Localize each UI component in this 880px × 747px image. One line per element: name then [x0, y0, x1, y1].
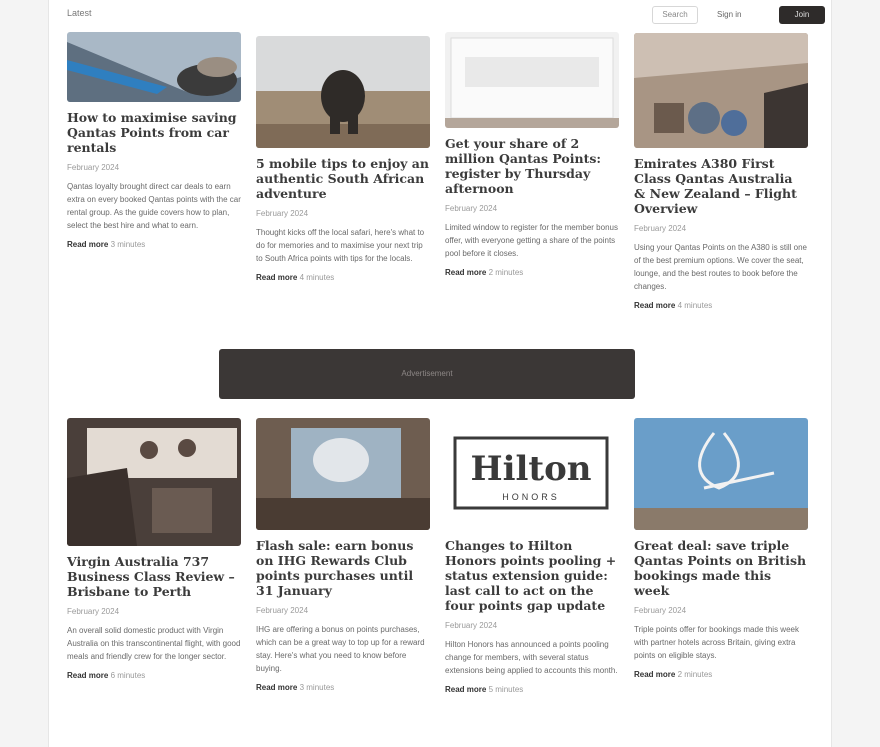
article-card[interactable]: Flash sale: earn bonus on IHG Rewards Cl…: [256, 418, 430, 692]
read-more-label[interactable]: Read more: [256, 273, 297, 282]
article-thumbnail-hotel[interactable]: [256, 418, 430, 530]
read-more[interactable]: Read more 5 minutes: [445, 685, 619, 694]
read-time: 2 minutes: [488, 268, 524, 277]
read-time: 4 minutes: [677, 301, 713, 310]
article-thumbnail-sky[interactable]: [634, 418, 808, 530]
article-title[interactable]: Flash sale: earn bonus on IHG Rewards Cl…: [256, 538, 430, 598]
section-label: Latest: [67, 8, 92, 18]
top-bar: Latest Search Sign in Join: [67, 4, 825, 26]
article-thumbnail-safari[interactable]: [256, 36, 430, 148]
read-time: 3 minutes: [299, 683, 335, 692]
article-card[interactable]: How to maximise saving Qantas Points fro…: [67, 32, 241, 249]
read-more[interactable]: Read more 4 minutes: [256, 273, 430, 282]
article-title[interactable]: Virgin Australia 737 Business Class Revi…: [67, 554, 241, 599]
sign-in-link[interactable]: Sign in: [717, 10, 741, 19]
article-card[interactable]: Great deal: save triple Qantas Points on…: [634, 418, 808, 679]
article-thumbnail-promo[interactable]: [445, 32, 619, 128]
article-title[interactable]: Changes to Hilton Honors points pooling …: [445, 538, 619, 613]
article-excerpt: IHG are offering a bonus on points purch…: [256, 625, 425, 673]
article-date: February 2024: [256, 209, 309, 218]
hilton-honors-logo[interactable]: Hilton HONORS: [445, 418, 619, 530]
article-thumbnail-cabin[interactable]: [634, 33, 808, 148]
article-excerpt: Limited window to register for the membe…: [445, 223, 618, 258]
read-time: 3 minutes: [110, 240, 146, 249]
read-more-label[interactable]: Read more: [445, 685, 486, 694]
article-excerpt: An overall solid domestic product with V…: [67, 626, 241, 661]
article-card[interactable]: Hilton HONORS Changes to Hilton Honors p…: [445, 418, 619, 694]
read-more-label[interactable]: Read more: [67, 240, 108, 249]
read-more-label[interactable]: Read more: [634, 301, 675, 310]
read-more-label[interactable]: Read more: [445, 268, 486, 277]
article-excerpt: Thought kicks off the local safari, here…: [256, 228, 425, 263]
read-more-label[interactable]: Read more: [634, 670, 675, 679]
read-more[interactable]: Read more 3 minutes: [67, 240, 241, 249]
article-thumbnail-business-seat[interactable]: [67, 418, 241, 546]
article-thumbnail-car[interactable]: [67, 32, 241, 102]
article-card[interactable]: 5 mobile tips to enjoy an authentic Sout…: [256, 36, 430, 282]
hilton-logo-word: Hilton: [470, 449, 591, 489]
read-more-label[interactable]: Read more: [67, 671, 108, 680]
article-date: February 2024: [67, 163, 120, 172]
article-date: February 2024: [445, 204, 498, 213]
read-more[interactable]: Read more 3 minutes: [256, 683, 430, 692]
article-excerpt: Qantas loyalty brought direct car deals …: [67, 182, 241, 230]
article-card[interactable]: Virgin Australia 737 Business Class Revi…: [67, 418, 241, 680]
read-time: 6 minutes: [110, 671, 146, 680]
read-more[interactable]: Read more 6 minutes: [67, 671, 241, 680]
read-time: 4 minutes: [299, 273, 335, 282]
article-card[interactable]: Get your share of 2 million Qantas Point…: [445, 32, 619, 277]
article-excerpt: Using your Qantas Points on the A380 is …: [634, 243, 807, 291]
article-excerpt: Hilton Honors has announced a points poo…: [445, 640, 618, 675]
article-title[interactable]: 5 mobile tips to enjoy an authentic Sout…: [256, 156, 430, 201]
article-title[interactable]: How to maximise saving Qantas Points fro…: [67, 110, 241, 155]
page: Latest Search Sign in Join How to maximi…: [48, 0, 832, 747]
article-date: February 2024: [445, 621, 498, 630]
article-date: February 2024: [256, 606, 309, 615]
article-card[interactable]: Emirates A380 First Class Qantas Austral…: [634, 33, 808, 310]
read-time: 5 minutes: [488, 685, 524, 694]
article-title[interactable]: Emirates A380 First Class Qantas Austral…: [634, 156, 808, 216]
read-more[interactable]: Read more 4 minutes: [634, 301, 808, 310]
article-date: February 2024: [634, 224, 687, 233]
article-title[interactable]: Get your share of 2 million Qantas Point…: [445, 136, 619, 196]
read-more[interactable]: Read more 2 minutes: [445, 268, 619, 277]
read-more[interactable]: Read more 2 minutes: [634, 670, 808, 679]
read-more-label[interactable]: Read more: [256, 683, 297, 692]
read-time: 2 minutes: [677, 670, 713, 679]
search-button[interactable]: Search: [652, 6, 698, 24]
join-button[interactable]: Join: [779, 6, 825, 24]
article-date: February 2024: [67, 607, 120, 616]
hilton-logo-sub: HONORS: [502, 492, 560, 502]
article-title[interactable]: Great deal: save triple Qantas Points on…: [634, 538, 808, 598]
article-excerpt: Triple points offer for bookings made th…: [634, 625, 799, 660]
advertisement-banner[interactable]: Advertisement: [219, 349, 635, 399]
article-date: February 2024: [634, 606, 687, 615]
